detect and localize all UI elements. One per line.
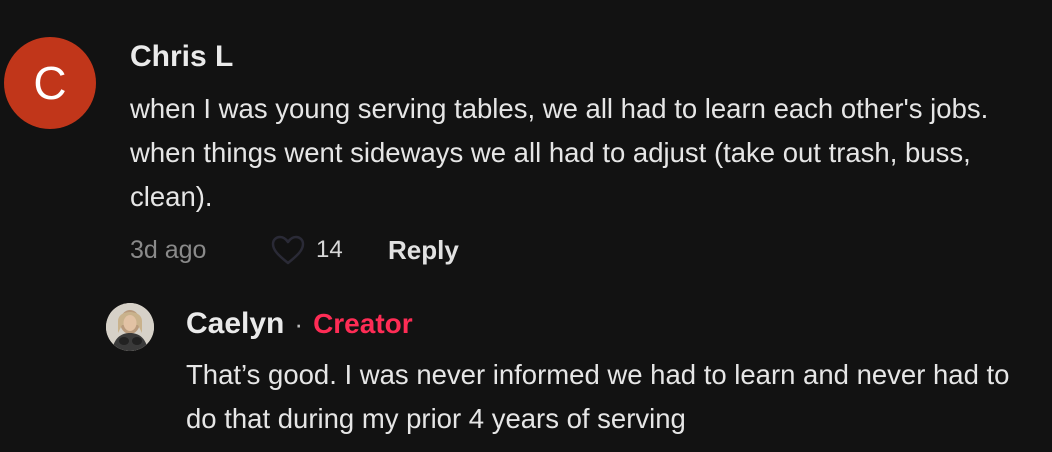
comment-timestamp: 3d ago [130,235,207,264]
comment-meta: 3d ago 14 Reply [130,232,459,268]
avatar-letter: C [33,57,67,109]
avatar[interactable]: C [4,37,96,129]
heart-outline-icon[interactable] [270,233,306,267]
separator-dot: · [294,308,304,339]
avatar[interactable] [106,303,154,351]
comment-text: when I was young serving tables, we all … [130,93,989,212]
creator-badge: Creator [313,308,413,339]
reply-author[interactable]: Caelyn [186,307,284,341]
reply-button[interactable]: Reply [388,235,459,266]
reply-header: Caelyn · Creator [186,307,413,341]
comment-author[interactable]: Chris L [130,40,233,74]
reply-text: That’s good. I was never informed we had… [186,359,1010,434]
like-count: 14 [316,236,343,263]
